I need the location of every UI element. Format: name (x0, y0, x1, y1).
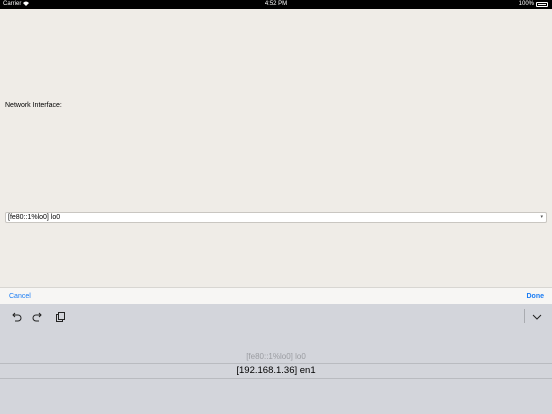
chevron-down-icon[interactable] (531, 310, 543, 322)
shortcut-bar (0, 304, 552, 328)
redo-icon[interactable] (32, 310, 44, 322)
picker-option[interactable]: [fe80::1%lo0] lo0 (0, 352, 552, 361)
picker-option-selected[interactable]: [192.168.1.36] en1 (0, 365, 552, 376)
status-bar: Carrier 4:52 PM 100% (0, 0, 552, 9)
network-interface-select[interactable]: [fe80::1%lo0] lo0 ▾ (5, 212, 547, 223)
picker-selection-line (0, 363, 552, 364)
picker-selection-line (0, 378, 552, 379)
paste-icon[interactable] (54, 310, 66, 322)
picker-toolbar: Cancel Done (0, 287, 552, 304)
done-button[interactable]: Done (527, 293, 545, 300)
form-area: Network Interface: [fe80::1%lo0] lo0 ▾ (0, 9, 552, 287)
battery-icon (536, 2, 548, 7)
battery-percent: 100% (518, 1, 534, 7)
select-value: [fe80::1%lo0] lo0 (8, 214, 61, 221)
undo-icon[interactable] (10, 310, 22, 322)
picker-wheel[interactable]: [fe80::1%lo0] lo0 [192.168.1.36] en1 (0, 344, 552, 414)
select-arrow-icon: ▾ (540, 214, 543, 220)
cancel-button[interactable]: Cancel (9, 293, 31, 300)
status-time: 4:52 PM (264, 1, 288, 7)
picker-panel: [fe80::1%lo0] lo0 [192.168.1.36] en1 (0, 304, 552, 414)
shortcut-divider (524, 309, 525, 323)
network-interface-label: Network Interface: (5, 102, 62, 109)
